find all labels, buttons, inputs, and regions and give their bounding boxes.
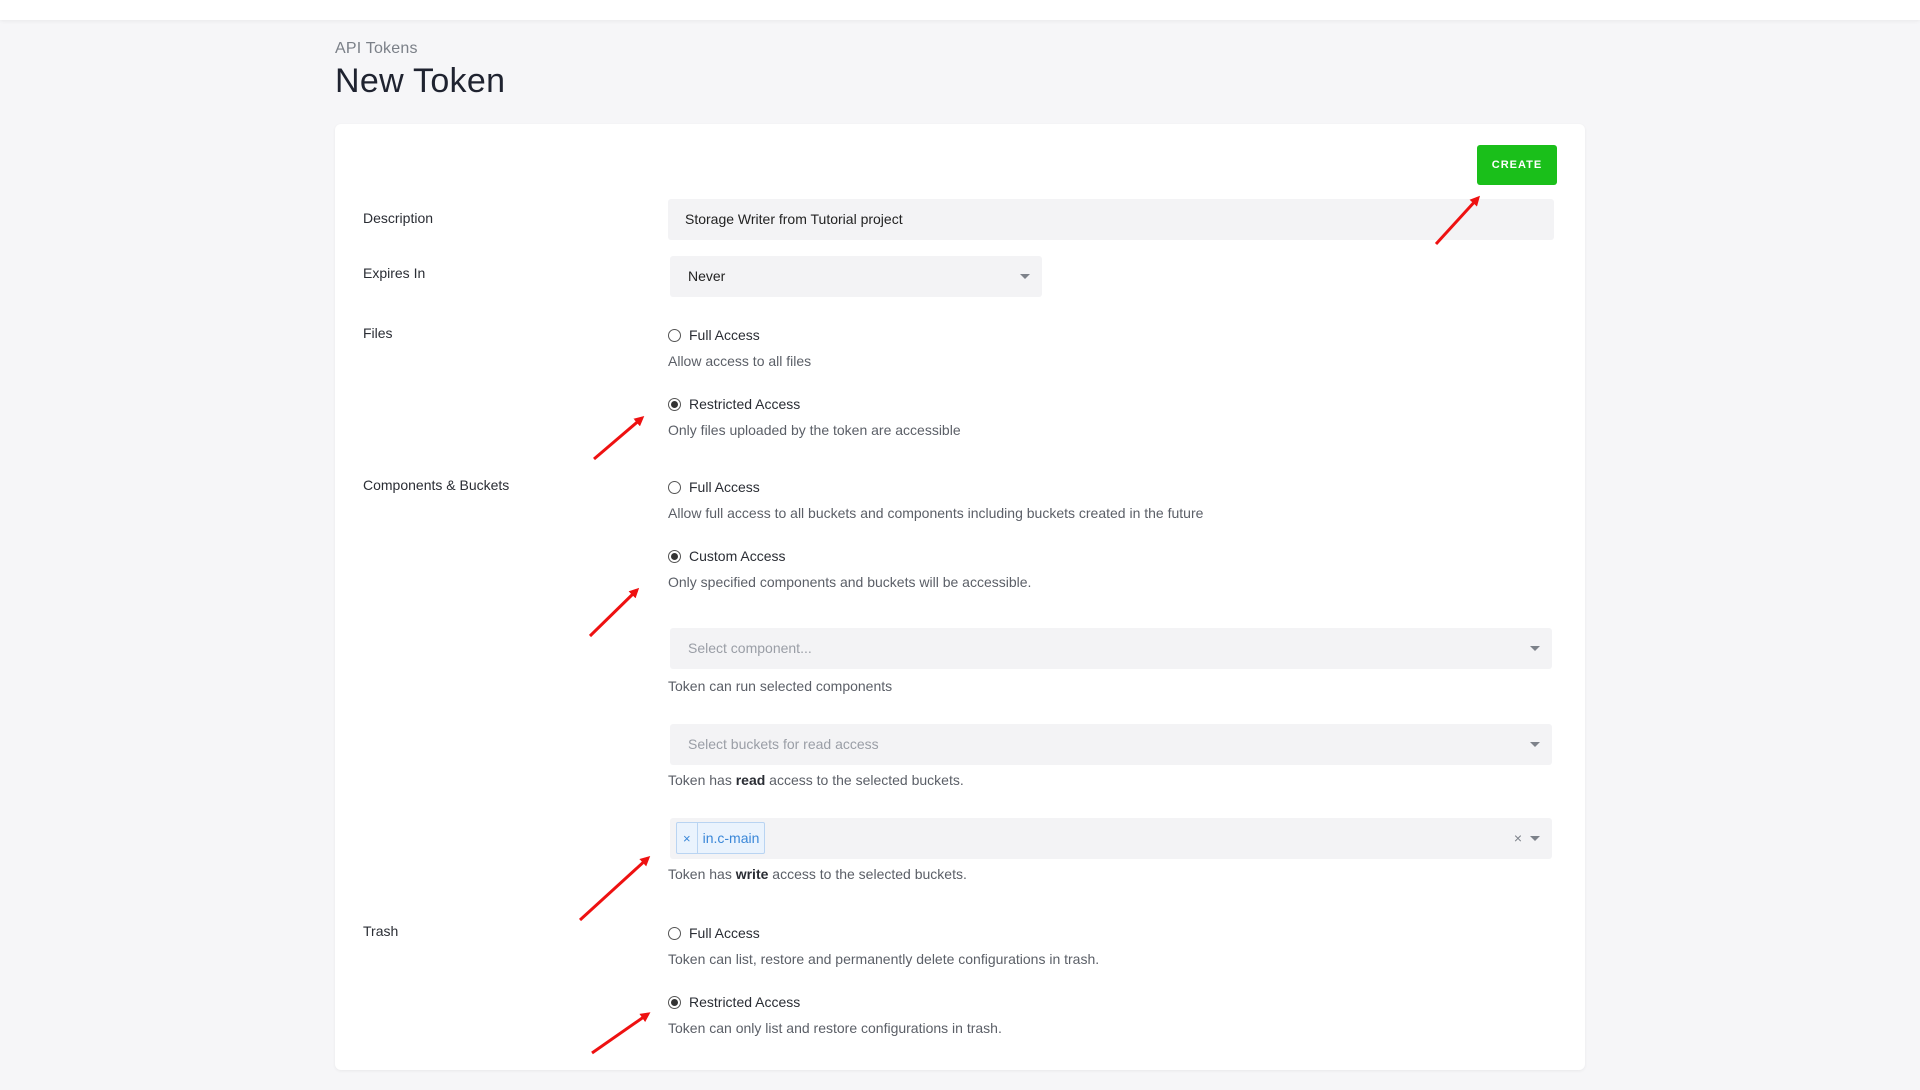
arrow-create bbox=[1434, 195, 1481, 246]
arrow-write-buckets bbox=[578, 855, 651, 922]
arrow-custom-access bbox=[588, 587, 640, 638]
annotation-arrows bbox=[578, 195, 1481, 1055]
arrow-files-restricted bbox=[593, 416, 645, 461]
arrow-trash-restricted bbox=[591, 1012, 651, 1055]
